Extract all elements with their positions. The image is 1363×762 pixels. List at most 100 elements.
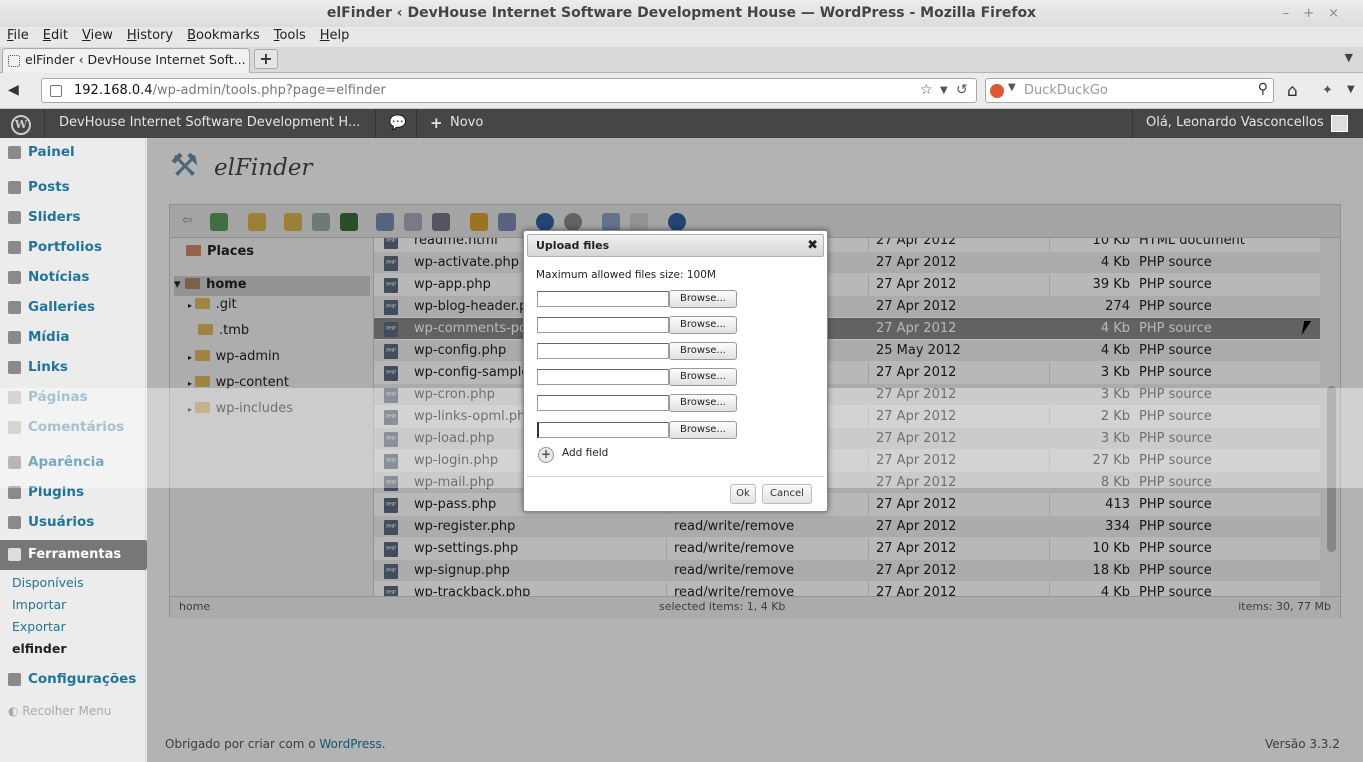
settings-icon: [8, 673, 21, 686]
sidebar-label: Ferramentas: [28, 547, 122, 562]
media-icon: [8, 331, 21, 344]
tools-icon: [8, 548, 21, 561]
comments-icon[interactable]: 💬: [389, 109, 406, 138]
browse-button-6[interactable]: Browse...: [669, 421, 737, 439]
sidebar-label: Posts: [28, 179, 70, 195]
users-icon: [8, 516, 21, 529]
add-field-icon[interactable]: +: [538, 447, 554, 463]
sidebar-label: Configurações: [28, 671, 137, 687]
new-tab-button[interactable]: +: [254, 49, 278, 69]
sidebar-item-painel[interactable]: Painel: [0, 138, 146, 168]
admin-greeting[interactable]: Olá, Leonardo Vasconcellos: [1146, 109, 1324, 138]
file-input-5[interactable]: [537, 395, 669, 411]
file-input-4[interactable]: [537, 369, 669, 385]
browse-button-5[interactable]: Browse...: [669, 394, 737, 412]
collapse-menu[interactable]: ◐ Recolher Menu: [8, 704, 111, 718]
addon-icon[interactable]: ✦: [1322, 83, 1333, 98]
news-icon: [8, 271, 21, 284]
max-size-text: Maximum allowed files size: 100M: [536, 269, 716, 281]
tab-list-arrow-icon[interactable]: ▼: [1345, 51, 1353, 64]
browser-tab[interactable]: elFinder ‹ DevHouse Internet Soft...: [2, 48, 250, 73]
sidebar-item-portfolios[interactable]: Portfolios: [0, 233, 146, 263]
search-placeholder: DuckDuckGo: [1024, 83, 1108, 98]
file-input-1[interactable]: [537, 291, 669, 307]
dialog-header: Upload files ✖: [527, 234, 824, 257]
sliders-icon: [8, 211, 21, 224]
sidebar-label: Mídia: [28, 329, 70, 345]
sidebar-label: Portfolios: [28, 239, 102, 255]
avatar[interactable]: [1331, 115, 1348, 132]
search-engine-dropdown-icon[interactable]: ▼: [1008, 82, 1016, 93]
sidebar-item-configuracoes[interactable]: Configurações: [0, 665, 146, 695]
menu-history[interactable]: History: [120, 27, 180, 47]
home-icon[interactable]: ⌂: [1287, 81, 1298, 101]
menu-arrow-icon[interactable]: ▼: [1347, 84, 1355, 95]
portfolios-icon: [8, 241, 21, 254]
tab-bar: elFinder ‹ DevHouse Internet Soft... + ▼: [0, 47, 1363, 73]
tab-label: elFinder ‹ DevHouse Internet Soft...: [25, 52, 246, 67]
search-bar[interactable]: ▼ DuckDuckGo ⚲: [985, 78, 1274, 103]
sidebar-item-midia[interactable]: Mídia: [0, 323, 146, 353]
submenu-importar[interactable]: Importar: [12, 597, 66, 612]
wp-admin-bar: W DevHouse Internet Software Development…: [0, 109, 1363, 138]
submenu-disponiveis[interactable]: Disponíveis: [12, 575, 84, 590]
file-input-2[interactable]: [537, 317, 669, 333]
add-field-link[interactable]: Add field: [562, 447, 608, 459]
menu-bookmarks[interactable]: Bookmarks: [180, 27, 267, 47]
admin-new-link[interactable]: Novo: [450, 109, 483, 138]
menu-view[interactable]: View: [75, 27, 120, 47]
sidebar-label: Painel: [28, 144, 75, 160]
file-input-6[interactable]: [537, 422, 669, 438]
bookmark-star-icon[interactable]: ☆: [920, 82, 933, 98]
wordpress-logo-icon[interactable]: W: [11, 115, 31, 135]
sidebar-item-noticias[interactable]: Notícias: [0, 263, 146, 293]
plus-icon[interactable]: +: [430, 109, 443, 138]
upload-dialog: Upload files ✖ Maximum allowed files siz…: [523, 230, 828, 512]
dashboard-icon: [8, 146, 21, 159]
sidebar-item-posts[interactable]: Posts: [0, 173, 146, 203]
browse-button-3[interactable]: Browse...: [669, 342, 737, 360]
window-title: elFinder ‹ DevHouse Internet Software De…: [0, 0, 1363, 27]
search-icon[interactable]: ⚲: [1258, 81, 1268, 97]
window-controls[interactable]: –+×: [1283, 0, 1353, 27]
sidebar-item-ferramentas[interactable]: Ferramentas: [0, 540, 154, 570]
browse-button-4[interactable]: Browse...: [669, 368, 737, 386]
sidebar-label: Notícias: [28, 269, 90, 285]
close-icon[interactable]: ✖: [807, 235, 818, 256]
sidebar-item-links[interactable]: Links: [0, 353, 146, 383]
links-icon: [8, 361, 21, 374]
posts-icon: [8, 181, 21, 194]
back-arrow-icon[interactable]: ◀: [8, 82, 19, 98]
sidebar-label: Galleries: [28, 299, 96, 315]
duckduckgo-icon[interactable]: [990, 84, 1004, 98]
admin-site-name[interactable]: DevHouse Internet Software Development H…: [59, 109, 360, 138]
browse-button-2[interactable]: Browse...: [669, 316, 737, 334]
reload-icon[interactable]: ↺: [956, 82, 968, 98]
menu-file[interactable]: File: [0, 27, 36, 47]
menu-help[interactable]: Help: [313, 27, 357, 47]
page-favicon-icon: [8, 55, 20, 67]
sidebar-item-usuarios[interactable]: Usuários: [0, 508, 146, 538]
url-text[interactable]: 192.168.0.4/wp-admin/tools.php?page=elfi…: [74, 83, 386, 98]
file-input-3[interactable]: [537, 343, 669, 359]
submenu-exportar[interactable]: Exportar: [12, 619, 66, 634]
submenu-elfinder[interactable]: elfinder: [12, 641, 67, 656]
cancel-button[interactable]: Cancel: [762, 484, 812, 504]
sidebar-item-sliders[interactable]: Sliders: [0, 203, 146, 233]
menu-tools[interactable]: Tools: [267, 27, 313, 47]
browse-button-1[interactable]: Browse...: [669, 290, 737, 308]
sidebar-label: Links: [28, 359, 68, 375]
sidebar-label: Sliders: [28, 209, 81, 225]
sidebar-item-galleries[interactable]: Galleries: [0, 293, 146, 323]
site-identity-icon[interactable]: [50, 85, 62, 97]
menu-edit[interactable]: Edit: [36, 27, 75, 47]
galleries-icon: [8, 301, 21, 314]
ok-button[interactable]: Ok: [730, 484, 756, 504]
navigation-bar: ◀ 192.168.0.4/wp-admin/tools.php?page=el…: [0, 74, 1363, 109]
dialog-title: Upload files: [536, 239, 610, 252]
sidebar-label: Usuários: [28, 514, 95, 530]
dialog-divider: [527, 476, 824, 477]
menu-bar: File Edit View History Bookmarks Tools H…: [0, 27, 1363, 47]
url-bar[interactable]: 192.168.0.4/wp-admin/tools.php?page=elfi…: [41, 78, 977, 103]
url-history-arrow-icon[interactable]: ▼: [940, 85, 948, 96]
